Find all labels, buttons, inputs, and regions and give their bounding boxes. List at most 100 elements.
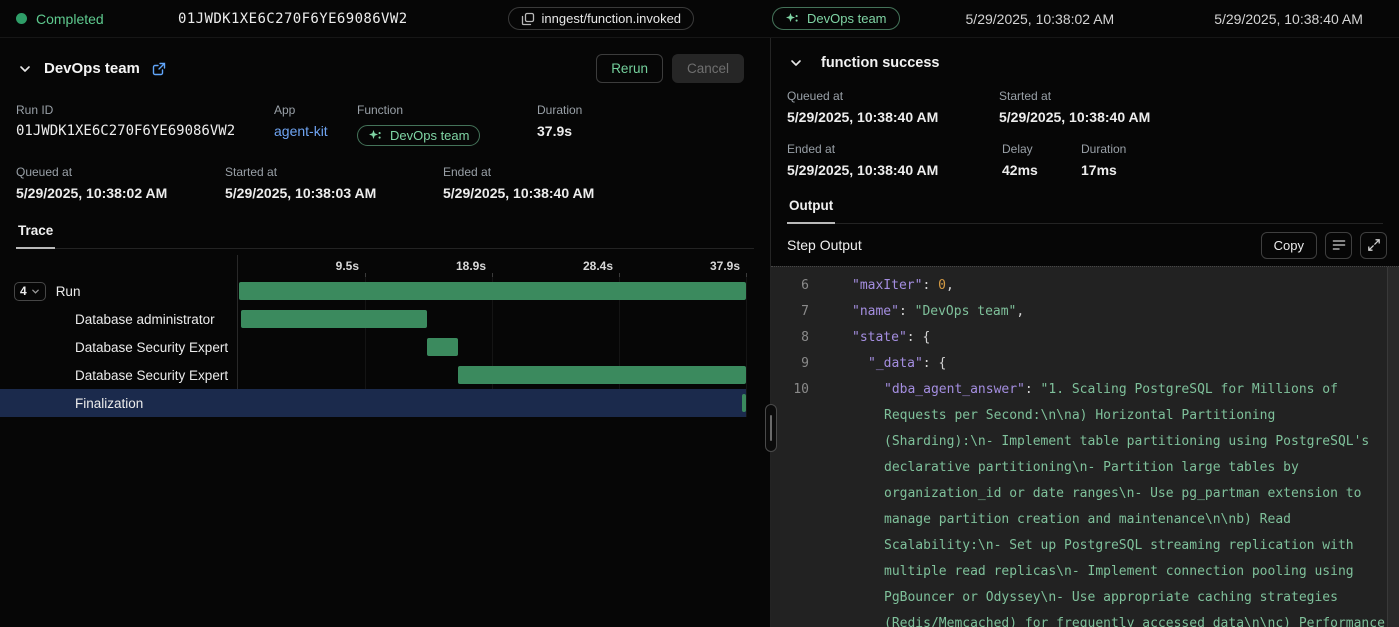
panel-resize-handle[interactable] [765,404,777,452]
trace-span-bar [458,366,746,384]
sparkle-icon [368,129,383,143]
axis-tick-label: 9.5s [336,259,365,273]
trace-row[interactable]: 4Run [0,277,746,305]
event-name-label: inngest/function.invoked [542,11,681,26]
run-id-value: 01JWDK1XE6C270F6YE69086VW2 [16,123,274,139]
axis-tick-label: 37.9s [710,259,746,273]
topbar-ended-timestamp: 5/29/2025, 10:38:40 AM [1214,11,1363,27]
tab-output[interactable]: Output [787,194,835,224]
code-line: 7"name": "DevOps team", [771,299,1399,325]
trace-row-chart [237,305,746,333]
copy-event-icon [521,12,535,26]
app-link[interactable]: agent-kit [274,123,357,139]
chevron-down-icon [789,56,803,70]
run-panel: DevOps team Rerun Cancel Run ID 01JWD [0,38,771,627]
run-metadata: Run ID 01JWDK1XE6C270F6YE69086VW2 App ag… [0,103,770,201]
trace-row-label: Database administrator [0,305,237,333]
trace-span-bar [239,282,746,300]
line-number: 8 [771,325,809,351]
trace-span-bar [241,310,427,328]
code-line: 6"maxIter": 0, [771,273,1399,299]
sparkle-icon [785,12,800,26]
topbar-run-id: 01JWDK1XE6C270F6YE69086VW2 [178,11,408,27]
trace-row[interactable]: Database administrator [0,305,746,333]
run-panel-tabs: Trace [16,219,754,249]
trace-row-label: Finalization [0,389,237,417]
queued-at-value: 5/29/2025, 10:38:02 AM [16,185,225,201]
cancel-button[interactable]: Cancel [672,54,744,83]
ended-at-value: 5/29/2025, 10:38:40 AM [443,185,754,201]
trace-row[interactable]: Database Security Expert [0,361,746,389]
trace-row-chart [237,389,746,417]
function-badge[interactable]: DevOps team [772,7,899,30]
run-title: DevOps team [44,60,140,77]
trace-rows: 4RunDatabase administratorDatabase Secur… [0,277,746,417]
trace-row-chart [237,361,746,389]
trace-row[interactable]: Finalization [0,389,746,417]
step-panel: function success Queued at 5/29/2025, 10… [771,38,1399,627]
function-badge-label: DevOps team [807,11,886,26]
axis-tick-label: 28.4s [583,259,619,273]
collapse-run-chevron[interactable] [16,60,34,78]
span-count-dropdown[interactable]: 4 [14,282,46,301]
field-app: App agent-kit [274,103,357,146]
status-label: Completed [36,11,104,27]
wrap-text-icon [1331,237,1347,253]
trace-axis-chart-area: 9.5s 18.9s 28.4s 37.9s [237,255,746,277]
step-output-title: Step Output [787,237,862,253]
trace-row-label: Database Security Expert [0,361,237,389]
external-link-icon [152,62,166,76]
line-number: 6 [771,273,809,299]
code-lines: 6"maxIter": 0,7"name": "DevOps team",8"s… [771,273,1399,627]
copy-output-button[interactable]: Copy [1261,232,1317,259]
code-line: 8"state": { [771,325,1399,351]
trace-row-chart [237,277,746,305]
step-output-bar: Step Output Copy [771,224,1399,266]
field-function: Function DevOps team [357,103,537,146]
run-status: Completed [16,11,144,27]
run-status-topbar: Completed 01JWDK1XE6C270F6YE69086VW2 inn… [0,0,1399,38]
run-actions: Rerun Cancel [596,54,744,83]
open-run-external-link[interactable] [152,62,166,76]
duration-value: 37.9s [537,123,754,139]
inngest-run-details-page: Completed 01JWDK1XE6C270F6YE69086VW2 inn… [0,0,1399,627]
function-field-badge[interactable]: DevOps team [357,125,480,146]
step-output-actions: Copy [1261,232,1387,259]
trace-row[interactable]: Database Security Expert [0,333,746,361]
field-duration: Duration 37.9s [537,103,754,146]
expand-icon [1366,237,1382,253]
topbar-queued-timestamp: 5/29/2025, 10:38:02 AM [966,11,1115,27]
collapse-step-chevron[interactable] [787,54,805,72]
step-metadata: Queued at 5/29/2025, 10:38:40 AM Started… [771,89,1399,178]
started-at-value: 5/29/2025, 10:38:03 AM [225,185,443,201]
code-line: 9"_data": { [771,351,1399,377]
field-queued-at: Queued at 5/29/2025, 10:38:02 AM [16,165,225,201]
trace-row-label: 4Run [0,277,237,305]
field-started-at: Started at 5/29/2025, 10:38:03 AM [225,165,443,201]
step-panel-tabs: Output [787,194,1383,224]
field-step-started: Started at 5/29/2025, 10:38:40 AM [999,89,1383,125]
rerun-button[interactable]: Rerun [596,54,663,83]
field-step-ended: Ended at 5/29/2025, 10:38:40 AM [787,142,1002,178]
trace-span-bar [427,338,459,356]
trace-waterfall: 9.5s 18.9s 28.4s 37.9s 4RunDatabase adminis… [0,255,746,417]
field-run-id: Run ID 01JWDK1XE6C270F6YE69086VW2 [16,103,274,146]
main-split: DevOps team Rerun Cancel Run ID 01JWD [0,38,1399,627]
step-title: function success [821,55,939,71]
field-step-duration: Duration 17ms [1081,142,1383,178]
field-step-queued: Queued at 5/29/2025, 10:38:40 AM [787,89,999,125]
expand-output-button[interactable] [1360,232,1387,259]
chevron-down-icon [31,287,40,296]
tab-trace[interactable]: Trace [16,219,55,249]
axis-tick-label: 18.9s [456,259,492,273]
wrap-text-button[interactable] [1325,232,1352,259]
run-panel-header: DevOps team Rerun Cancel [0,38,770,83]
line-number: 9 [771,351,809,377]
code-line: 10"dba_agent_answer": "1. Scaling Postgr… [771,377,1399,627]
line-number: 7 [771,299,809,325]
status-completed-dot [16,13,27,24]
trace-row-chart [237,333,746,361]
chevron-down-icon [18,62,32,76]
event-name-badge[interactable]: inngest/function.invoked [508,7,694,30]
output-scrollbar[interactable] [1387,267,1399,627]
